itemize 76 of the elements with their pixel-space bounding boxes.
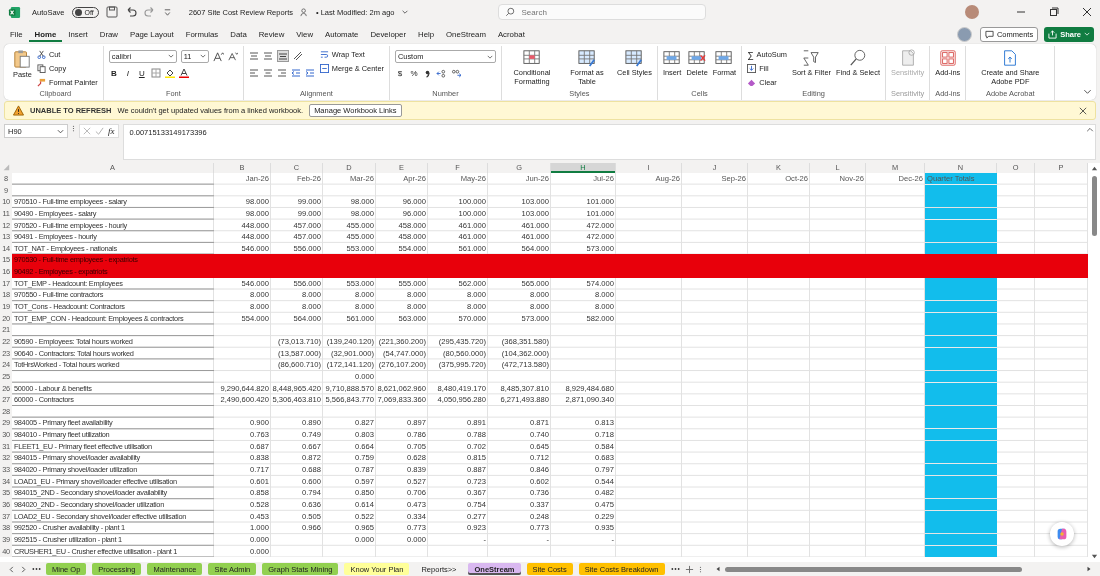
caret-icon <box>486 53 493 60</box>
percent-button[interactable]: % <box>408 68 419 78</box>
close-icon[interactable] <box>1082 7 1092 17</box>
increase-font-icon[interactable] <box>212 50 224 62</box>
cells-icon <box>715 49 734 67</box>
more-icon[interactable] <box>670 567 680 571</box>
four-squares-icon <box>938 49 957 67</box>
caret-icon <box>57 127 64 135</box>
search-icon <box>505 7 516 17</box>
clipboard-icon <box>13 49 32 69</box>
currency-button[interactable]: $ <box>394 68 405 78</box>
align-left-icon[interactable] <box>248 68 259 78</box>
fill-color-icon[interactable] <box>164 68 175 78</box>
increase-decimal-icon[interactable] <box>435 68 447 78</box>
copilot-icon <box>1055 527 1069 541</box>
redo-icon[interactable] <box>143 6 156 18</box>
scroll-up-icon[interactable] <box>1090 165 1098 172</box>
align-top-icon[interactable] <box>248 51 259 61</box>
decrease-indent-icon[interactable] <box>290 68 301 78</box>
increase-indent-icon[interactable] <box>304 68 315 78</box>
table-grid-icon <box>522 49 541 67</box>
scrollbar-thumb[interactable] <box>1091 176 1097 236</box>
cells-icon <box>688 49 707 67</box>
decrease-font-icon[interactable] <box>227 51 238 61</box>
search-field[interactable]: Search <box>498 4 707 20</box>
merge-cells-icon <box>319 64 329 73</box>
sort-filter-icon <box>802 49 821 67</box>
avatar[interactable] <box>965 5 979 19</box>
table-grid-icon <box>577 49 596 67</box>
fill-down-icon <box>747 64 757 73</box>
close-icon[interactable] <box>1079 106 1087 115</box>
chevron-down-icon[interactable] <box>1083 87 1092 96</box>
wrap-text-icon <box>319 50 329 59</box>
align-right-icon[interactable] <box>276 68 287 78</box>
customize-toolbar-icon[interactable] <box>162 7 172 17</box>
insert-function-button[interactable]: fx <box>108 126 115 136</box>
table-grid-icon <box>625 49 644 67</box>
underline-button[interactable]: U <box>136 68 147 78</box>
warning-icon <box>13 105 24 116</box>
avatar[interactable] <box>956 26 972 42</box>
restore-icon[interactable] <box>1049 7 1059 17</box>
align-middle-icon[interactable] <box>262 51 273 61</box>
search-icon <box>849 49 867 67</box>
scrollbar-thumb[interactable] <box>724 566 1022 572</box>
caret-icon <box>199 53 206 59</box>
caret-icon <box>167 53 174 59</box>
more-options-icon[interactable] <box>72 124 75 133</box>
cells-icon <box>663 49 682 67</box>
scroll-down-icon[interactable] <box>1090 553 1098 560</box>
scroll-right-icon[interactable] <box>1086 566 1092 572</box>
share-icon <box>1048 29 1058 39</box>
decrease-decimal-icon[interactable] <box>450 68 462 78</box>
excel-logo-icon <box>8 5 21 19</box>
chevron-right-icon[interactable] <box>20 565 27 573</box>
bold-button[interactable]: B <box>108 68 119 78</box>
chevron-down-icon[interactable] <box>401 8 410 16</box>
more-options-icon[interactable] <box>698 564 702 574</box>
caret-icon <box>1084 31 1090 37</box>
paintbrush-icon <box>36 78 46 87</box>
chevron-left-icon[interactable] <box>8 565 15 573</box>
orientation-icon[interactable] <box>292 51 303 61</box>
scissors-icon <box>36 50 46 59</box>
check-icon[interactable] <box>95 126 104 136</box>
eraser-icon <box>747 78 757 87</box>
font-color-icon[interactable] <box>178 68 189 78</box>
chevron-up-icon[interactable] <box>1086 126 1094 134</box>
person-icon <box>299 7 309 17</box>
more-icon[interactable] <box>32 567 41 571</box>
save-icon[interactable] <box>105 6 118 18</box>
add-sheet-icon[interactable] <box>684 564 694 574</box>
comment-icon <box>984 29 994 39</box>
align-center-icon[interactable] <box>262 68 273 78</box>
scroll-left-icon[interactable] <box>714 566 721 572</box>
copy-icon <box>36 64 46 73</box>
italic-button[interactable]: I <box>122 68 133 78</box>
align-bottom-icon[interactable] <box>276 50 289 62</box>
